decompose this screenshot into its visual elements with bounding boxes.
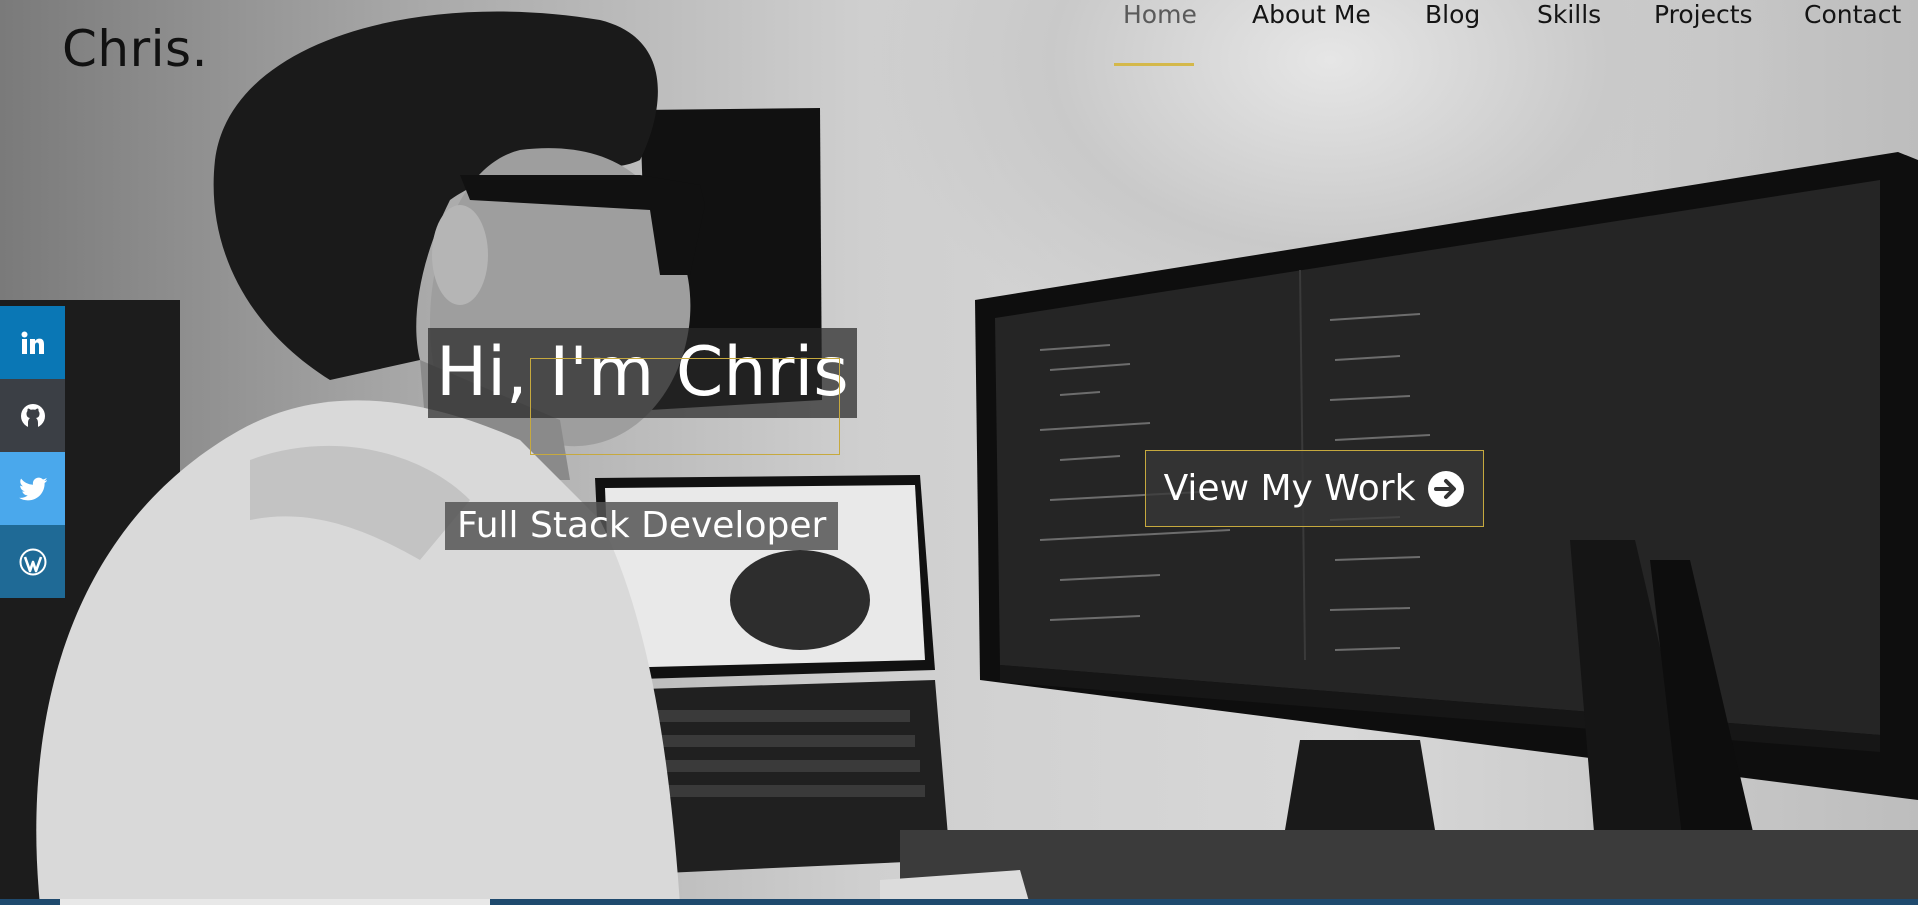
wordpress-icon xyxy=(19,548,46,575)
bottom-strip-highlight xyxy=(60,899,490,905)
nav-home[interactable]: Home xyxy=(1123,0,1197,29)
hero-background-photo xyxy=(0,0,1918,905)
site-logo[interactable]: Chris. xyxy=(62,20,208,78)
hero-subtitle: Full Stack Developer xyxy=(445,502,839,550)
wordpress-link[interactable] xyxy=(0,525,65,598)
nav-skills[interactable]: Skills xyxy=(1537,0,1601,29)
nav-active-underline xyxy=(1114,63,1194,66)
nav-blog[interactable]: Blog xyxy=(1425,0,1480,29)
twitter-link[interactable] xyxy=(0,452,65,525)
view-my-work-label: View My Work xyxy=(1163,468,1416,509)
nav-about-me[interactable]: About Me xyxy=(1252,0,1371,29)
linkedin-link[interactable] xyxy=(0,306,65,379)
nav-contact[interactable]: Contact xyxy=(1804,0,1901,29)
photo-scene xyxy=(0,11,1918,905)
linkedin-icon xyxy=(21,331,44,354)
arrow-circle-right-icon xyxy=(1427,470,1465,508)
twitter-icon xyxy=(18,477,47,500)
view-my-work-button[interactable]: View My Work xyxy=(1145,450,1484,527)
social-sidebar xyxy=(0,306,65,598)
hero-title-frame xyxy=(530,358,840,455)
nav-projects[interactable]: Projects xyxy=(1654,0,1753,29)
github-link[interactable] xyxy=(0,379,65,452)
github-icon xyxy=(20,403,45,428)
